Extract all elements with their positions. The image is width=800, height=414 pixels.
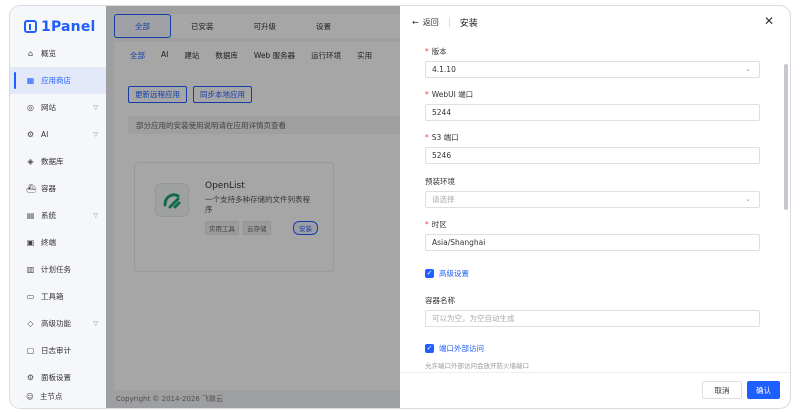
- sidebar-item-terminal[interactable]: ▣ 终端: [10, 229, 106, 256]
- terminal-icon: ▣: [26, 238, 35, 247]
- user-icon: ☺: [26, 392, 34, 401]
- sidebar-item-label: 应用商店: [41, 76, 71, 85]
- sidebar-item-toolbox[interactable]: ▭ 工具箱: [10, 283, 106, 310]
- node-switcher[interactable]: ☺ 主节点: [26, 391, 62, 402]
- checkbox-checked-icon: ✓: [425, 269, 434, 278]
- env-label: 预装环境: [425, 177, 455, 186]
- sidebar-item-label: 终端: [41, 238, 56, 247]
- header-divider: [448, 17, 450, 27]
- settings-icon: ⚙: [26, 373, 35, 382]
- s3-port-input[interactable]: 5246: [425, 147, 760, 164]
- chevron-down-icon: ▽: [93, 212, 98, 219]
- database-icon: ◈: [27, 157, 34, 166]
- required-mark: *: [425, 47, 429, 56]
- sidebar-item-label: 高级功能: [41, 319, 71, 328]
- sidebar-item-website[interactable]: ◎ 网站 ▽: [10, 94, 106, 121]
- sidebar-item-label: 工具箱: [41, 292, 64, 301]
- env-field: 预装环境 请选择 ⌄: [425, 176, 760, 208]
- webui-port-input[interactable]: 5244: [425, 104, 760, 121]
- sidebar-item-label: 网站: [41, 103, 56, 112]
- schedule-icon: ▥: [26, 265, 35, 274]
- sidebar-item-label: 计划任务: [41, 265, 71, 274]
- drawer-header: ← 返回 安装 ✕: [400, 6, 790, 38]
- container-name-input[interactable]: 可以为空，为空自动生成: [425, 310, 760, 327]
- required-mark: *: [425, 90, 429, 99]
- env-placeholder: 请选择: [432, 195, 455, 204]
- webui-port-label: WebUI 端口: [431, 90, 474, 99]
- container-name-field: 容器名称 可以为空，为空自动生成: [425, 295, 760, 327]
- logo-text: 1Panel: [41, 18, 96, 35]
- sidebar-item-app-store[interactable]: ▦ 应用商店: [10, 67, 106, 94]
- advanced-settings-checkbox[interactable]: ✓ 高级设置: [425, 268, 469, 279]
- logo-icon: [24, 20, 37, 33]
- arrow-left-icon: ←: [412, 17, 419, 27]
- version-select[interactable]: 4.1.10 ⌄: [425, 61, 760, 78]
- env-select[interactable]: 请选择 ⌄: [425, 191, 760, 208]
- chevron-down-icon: ⌄: [745, 65, 751, 73]
- sidebar-item-advanced[interactable]: ◇ 高级功能 ▽: [10, 310, 106, 337]
- cancel-button[interactable]: 取消: [702, 381, 742, 399]
- container-name-label: 容器名称: [425, 296, 455, 305]
- node-label: 主节点: [39, 392, 63, 401]
- s3-port-label: S3 端口: [431, 133, 459, 142]
- close-icon[interactable]: ✕: [764, 15, 774, 27]
- sidebar: 1Panel ⌂ 概览 ▦ 应用商店 ◎ 网站 ▽ ⚙ AI ▽ ◈ 数据库 ⛴…: [10, 6, 106, 408]
- toolbox-icon: ▭: [26, 292, 35, 301]
- chevron-down-icon: ▽: [93, 104, 98, 111]
- required-mark: *: [425, 220, 429, 229]
- required-mark: *: [425, 133, 429, 142]
- version-field: * 版本 4.1.10 ⌄: [425, 46, 760, 78]
- port-external-checkbox[interactable]: ✓ 端口外部访问: [425, 343, 484, 354]
- diamond-icon: ◇: [27, 319, 34, 328]
- ai-icon: ⚙: [26, 130, 35, 139]
- timezone-label: 时区: [431, 220, 447, 229]
- sidebar-item-label: 日志审计: [41, 346, 71, 355]
- install-drawer: ← 返回 安装 ✕ * 版本 4.1.10 ⌄ * WebUI 端口 5244 * S…: [400, 6, 790, 408]
- sidebar-item-panel-settings[interactable]: ⚙ 面板设置: [10, 364, 106, 391]
- log-icon: ▢: [26, 346, 35, 355]
- logo: 1Panel: [10, 6, 106, 38]
- chevron-down-icon: ▽: [93, 131, 98, 138]
- globe-icon: ◎: [27, 103, 34, 112]
- system-icon: ▤: [26, 211, 35, 220]
- checkbox-checked-icon: ✓: [425, 344, 434, 353]
- sidebar-item-overview[interactable]: ⌂ 概览: [10, 40, 106, 67]
- sidebar-item-label: AI: [41, 130, 49, 139]
- back-button[interactable]: ← 返回: [412, 17, 439, 28]
- sidebar-item-database[interactable]: ◈ 数据库: [10, 148, 106, 175]
- drawer-title: 安装: [459, 18, 478, 29]
- back-label: 返回: [422, 17, 439, 27]
- container-icon: ⛴: [26, 184, 37, 193]
- app-window: 1Panel ⌂ 概览 ▦ 应用商店 ◎ 网站 ▽ ⚙ AI ▽ ◈ 数据库 ⛴…: [10, 6, 790, 408]
- confirm-button[interactable]: 确认: [747, 381, 780, 399]
- version-label: 版本: [431, 47, 447, 56]
- grid-icon: ▦: [26, 76, 35, 85]
- sidebar-item-log-audit[interactable]: ▢ 日志审计: [10, 337, 106, 364]
- scrollbar[interactable]: [784, 64, 788, 210]
- sidebar-item-system[interactable]: ▤ 系统 ▽: [10, 202, 106, 229]
- timezone-field: * 时区 Asia/Shanghai: [425, 219, 760, 251]
- sidebar-item-label: 系统: [41, 211, 56, 220]
- drawer-footer: 取消 确认: [400, 372, 790, 408]
- timezone-input[interactable]: Asia/Shanghai: [425, 234, 760, 251]
- chevron-down-icon: ⌄: [745, 195, 751, 203]
- webui-port-field: * WebUI 端口 5244: [425, 89, 760, 121]
- sidebar-item-label: 面板设置: [41, 373, 71, 382]
- sidebar-item-label: 数据库: [41, 157, 64, 166]
- s3-port-field: * S3 端口 5246: [425, 132, 760, 164]
- advanced-settings-label: 高级设置: [439, 269, 469, 278]
- sidebar-item-schedule[interactable]: ▥ 计划任务: [10, 256, 106, 283]
- chevron-down-icon: ▽: [93, 320, 98, 327]
- port-external-label: 端口外部访问: [439, 344, 484, 353]
- drawer-form: * 版本 4.1.10 ⌄ * WebUI 端口 5244 * S3 端口 5246 …: [400, 38, 790, 372]
- sidebar-item-label: 概览: [41, 49, 56, 58]
- version-value: 4.1.10: [432, 65, 456, 74]
- home-icon: ⌂: [27, 49, 34, 58]
- sidebar-nav: ⌂ 概览 ▦ 应用商店 ◎ 网站 ▽ ⚙ AI ▽ ◈ 数据库 ⛴ 容器 ▤ 系…: [10, 40, 106, 391]
- sidebar-item-label: 容器: [41, 184, 56, 193]
- sidebar-item-ai[interactable]: ⚙ AI ▽: [10, 121, 106, 148]
- port-external-hint: 允许端口外部访问会放开防火墙端口: [425, 362, 529, 370]
- sidebar-item-container[interactable]: ⛴ 容器: [10, 175, 106, 202]
